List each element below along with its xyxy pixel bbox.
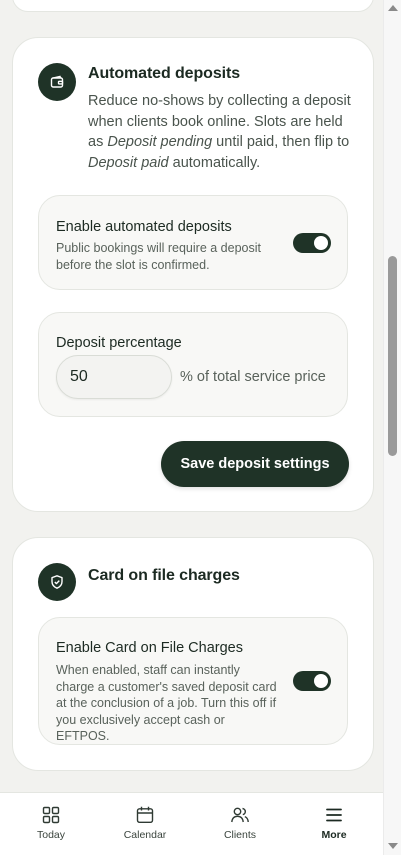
enable-cof-label: Enable Card on File Charges xyxy=(56,640,243,656)
automated-deposits-card: Automated deposits Reduce no-shows by co… xyxy=(12,37,374,512)
deposit-percentage-panel: Deposit percentage % of total service pr… xyxy=(38,312,348,417)
nav-item-clients[interactable]: Clients xyxy=(200,793,280,855)
automated-deposits-description: Reduce no-shows by collecting a deposit … xyxy=(88,93,351,171)
enable-deposits-panel: Enable automated deposits Public booking… xyxy=(38,195,348,290)
toggle-knob xyxy=(314,236,328,250)
nav-item-today[interactable]: Today xyxy=(11,793,91,855)
deposit-percentage-input[interactable] xyxy=(56,355,172,399)
nav-item-more[interactable]: More xyxy=(294,793,374,855)
nav-label-calendar: Calendar xyxy=(123,829,167,841)
nav-label-more: More xyxy=(321,829,347,841)
grid-icon xyxy=(42,806,60,824)
scroll-down-arrow-icon[interactable] xyxy=(388,843,398,849)
nav-label-clients: Clients xyxy=(223,829,257,841)
enable-cof-hint: When enabled, staff can instantly charge… xyxy=(56,663,277,743)
save-deposit-settings-button[interactable]: Save deposit settings xyxy=(161,441,349,487)
menu-icon xyxy=(326,808,342,822)
enable-deposits-hint: Public bookings will require a deposit b… xyxy=(56,241,261,272)
calendar-icon xyxy=(136,806,154,823)
nav-item-calendar[interactable]: Calendar xyxy=(105,793,185,855)
deposit-percentage-label: Deposit percentage xyxy=(56,335,182,351)
enable-deposits-toggle[interactable] xyxy=(293,233,331,253)
scrollbar[interactable] xyxy=(383,0,401,855)
card-on-file-card: Card on file charges Enable Card on File… xyxy=(12,537,374,771)
users-icon xyxy=(231,807,249,823)
toggle-knob xyxy=(314,674,328,688)
previous-card xyxy=(12,0,374,12)
deposit-percentage-suffix: % of total service price xyxy=(180,369,326,385)
shield-check-icon xyxy=(38,563,76,601)
enable-cof-toggle[interactable] xyxy=(293,671,331,691)
bottom-nav: Today Calendar Clients More xyxy=(0,792,383,855)
enable-deposits-label: Enable automated deposits xyxy=(56,219,232,235)
settings-scroll-area[interactable]: Automated deposits Reduce no-shows by co… xyxy=(0,0,383,792)
scroll-up-arrow-icon[interactable] xyxy=(388,5,398,11)
scroll-thumb[interactable] xyxy=(388,256,397,456)
wallet-icon xyxy=(38,63,76,101)
automated-deposits-title: Automated deposits xyxy=(88,65,240,82)
enable-cof-panel: Enable Card on File Charges When enabled… xyxy=(38,617,348,745)
nav-label-today: Today xyxy=(36,829,66,841)
card-on-file-title: Card on file charges xyxy=(88,567,240,584)
